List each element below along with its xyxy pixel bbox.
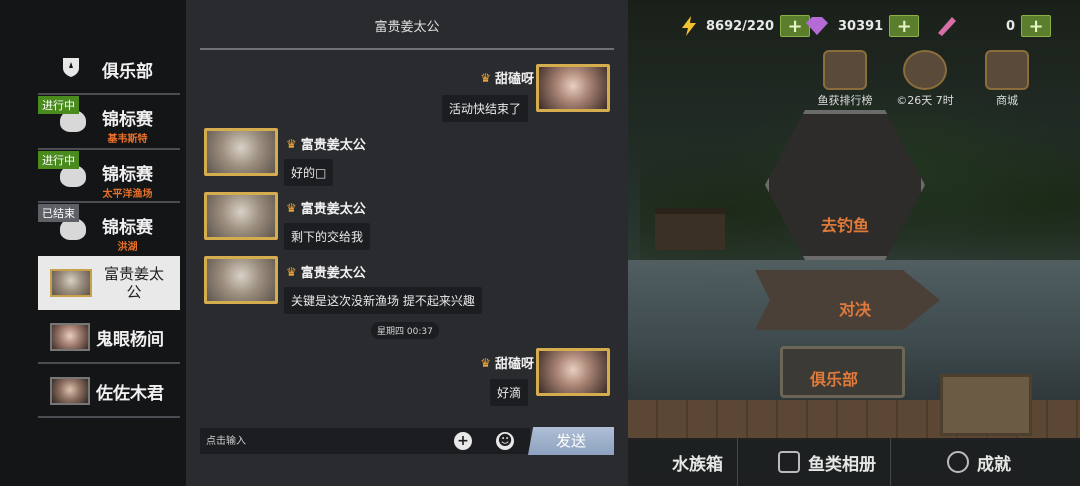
gems-counter: 30391 +: [802, 12, 920, 40]
sender-name: 甜磕呀: [494, 357, 534, 372]
crate-scenery: [940, 374, 1032, 436]
gems-value: 30391: [838, 18, 884, 34]
avatar: [50, 323, 90, 351]
add-tickets-button[interactable]: +: [1021, 15, 1052, 37]
divider: [38, 362, 180, 364]
ticket-icon: [930, 15, 960, 37]
send-button[interactable]: 发送: [528, 427, 614, 455]
avatar[interactable]: [536, 64, 610, 112]
sidebar-item-contact-selected[interactable]: 富贵姜太公: [38, 256, 180, 310]
chat-sidebar: 俱乐部 进行中 锦标赛 基韦斯特 进行中 锦标赛 太平洋渔场 已结束 锦标赛 洪…: [0, 0, 186, 486]
avatar[interactable]: [204, 128, 278, 176]
sidebar-item-label: 鬼眼杨间: [96, 329, 164, 350]
sender-name-row: ♛ 富贵姜太公: [286, 198, 366, 218]
go-fishing-label: 去钓鱼: [820, 216, 869, 235]
avatar: [50, 377, 90, 405]
store-shortcut[interactable]: 商城: [972, 50, 1042, 108]
nav-aquarium-label: 水族箱: [672, 454, 723, 475]
tournament-location: 洪湖: [117, 242, 138, 253]
sidebar-item-tournament-keywest[interactable]: 进行中 锦标赛 基韦斯特: [38, 96, 180, 146]
message-input[interactable]: [206, 433, 436, 449]
sender-name-row: ♛ 富贵姜太公: [286, 134, 366, 154]
fish-icon: [903, 50, 947, 90]
crown-icon: ♛: [286, 136, 297, 151]
sender-name: 富贵姜太公: [300, 138, 366, 153]
message-bubble: 关键是这次没新渔场 提不起来兴趣: [284, 287, 482, 314]
tournament-location: 基韦斯特: [107, 134, 148, 145]
sidebar-item-tournament-honghu[interactable]: 已结束 锦标赛 洪湖: [38, 204, 180, 254]
emoji-icon[interactable]: ☻: [496, 432, 514, 450]
sender-name-row: ♛ 甜磕呀: [480, 353, 534, 373]
message-input-bar: + ☻: [200, 428, 530, 454]
event-shortcut[interactable]: ©26天 7时: [890, 50, 960, 108]
duel-label: 对决: [838, 300, 871, 319]
divider: [200, 48, 614, 50]
sidebar-item-label: 佐佐木君: [96, 383, 164, 404]
page-title: 富贵姜太公: [374, 20, 440, 35]
club-shield-icon: [62, 56, 80, 82]
sender-name-row: ♛ 富贵姜太公: [286, 262, 366, 282]
sidebar-item-tournament-pacific[interactable]: 进行中 锦标赛 太平洋渔场: [38, 151, 180, 201]
nav-aquarium[interactable]: 水族箱: [628, 438, 738, 486]
sender-name: 富贵姜太公: [300, 266, 366, 281]
sender-name-row: ♛ 甜磕呀: [480, 68, 534, 88]
tickets-value: 0: [1006, 18, 1016, 34]
plus-icon[interactable]: +: [454, 432, 472, 450]
tournament-location: 太平洋渔场: [102, 189, 153, 200]
energy-value: 8692/220: [706, 18, 775, 34]
status-badge: 进行中: [38, 151, 79, 169]
event-timer-label: ©26天 7时: [896, 94, 954, 107]
sidebar-item-contact[interactable]: 鬼眼杨间: [38, 322, 180, 352]
timestamp: 星期四 00:37: [371, 322, 439, 339]
avatar[interactable]: [204, 256, 278, 304]
shield-icon: [947, 451, 969, 473]
divider: [38, 93, 180, 95]
sidebar-item-label: 锦标赛: [102, 165, 153, 185]
aquarium-icon: [642, 451, 664, 473]
leaderboard-label: 鱼获排行榜: [817, 94, 873, 107]
divider: [38, 416, 180, 418]
message-bubble: 好滴: [489, 379, 528, 406]
store-label: 商城: [996, 94, 1018, 107]
avatar[interactable]: [536, 348, 610, 396]
status-badge: 已结束: [38, 204, 79, 222]
divider: [38, 148, 180, 150]
lightning-icon: [678, 15, 700, 37]
leaderboard-shortcut[interactable]: 鱼获排行榜: [810, 50, 880, 108]
message-bubble: 剩下的交给我: [284, 223, 371, 250]
nav-fish-album-label: 鱼类相册: [808, 454, 876, 475]
sidebar-item-label: 富贵姜太公: [103, 265, 164, 301]
avatar[interactable]: [204, 192, 278, 240]
add-gems-button[interactable]: +: [889, 15, 920, 37]
sidebar-item-club[interactable]: 俱乐部: [38, 54, 180, 84]
energy-counter: 8692/220 +: [678, 12, 811, 40]
bottom-navigation: 水族箱 鱼类相册 成就: [628, 438, 1080, 486]
nav-achievements-label: 成就: [977, 454, 1011, 475]
sender-name: 甜磕呀: [494, 72, 534, 87]
message-bubble: 好的□: [284, 159, 334, 186]
crown-icon: ♛: [286, 200, 297, 215]
divider: [38, 201, 180, 203]
club-sign-label: 俱乐部: [810, 370, 859, 389]
crown-icon: ♛: [480, 355, 491, 370]
sidebar-item-label: 锦标赛: [102, 110, 153, 130]
status-badge: 进行中: [38, 96, 79, 114]
sender-name: 富贵姜太公: [300, 202, 366, 217]
sidebar-item-contact[interactable]: 佐佐木君: [38, 376, 180, 406]
tickets-counter: 0 +: [930, 12, 1052, 40]
album-icon: [778, 451, 800, 473]
nav-fish-album[interactable]: 鱼类相册: [738, 438, 891, 486]
avatar: [50, 269, 92, 297]
nav-achievements[interactable]: 成就: [891, 438, 1025, 486]
crown-icon: ♛: [480, 70, 491, 85]
sidebar-item-label: 俱乐部: [102, 61, 153, 82]
trophy-icon: [823, 50, 867, 90]
chat-panel: 富贵姜太公 ♛ 甜磕呀 活动快结束了 ♛ 富贵姜太公 好的□ ♛ 富贵姜太公 剩…: [186, 0, 628, 486]
sidebar-item-label: 锦标赛: [102, 218, 153, 238]
crown-icon: ♛: [286, 264, 297, 279]
cart-icon: [985, 50, 1029, 90]
cabin-scenery: [655, 208, 725, 250]
gem-icon: [802, 15, 832, 37]
message-bubble: 活动快结束了: [441, 95, 528, 122]
